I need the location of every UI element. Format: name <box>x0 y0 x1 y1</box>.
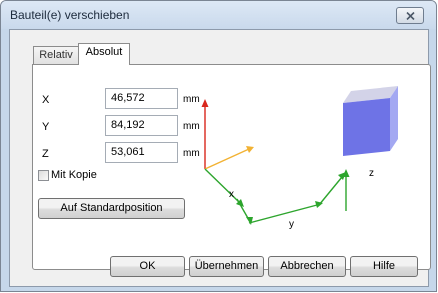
z-label: Z <box>42 148 49 160</box>
dialog-client-area: Relativ Absolut X 46,572 mm Y 84,192 mm … <box>9 29 431 287</box>
green-connector-arrowhead <box>246 217 253 225</box>
z-input[interactable]: 53,061 <box>105 142 178 163</box>
tab-panel-absolut: X 46,572 mm Y 84,192 mm Z 53,061 mm Mit … <box>32 64 431 270</box>
mit-kopie-label[interactable]: Mit Kopie <box>51 169 97 181</box>
close-icon <box>406 12 415 20</box>
orange-axis-line <box>204 148 250 170</box>
tab-absolut[interactable]: Absolut <box>78 43 130 65</box>
window-title: Bauteil(e) verschieben <box>10 8 130 22</box>
y-label: Y <box>42 121 50 133</box>
mit-kopie-checkbox[interactable] <box>38 170 49 181</box>
green-y-axis-line <box>248 204 318 224</box>
tab-relativ[interactable]: Relativ <box>33 46 79 64</box>
green-z-axis-line <box>318 176 343 206</box>
diagram-y-label: y <box>289 219 294 230</box>
help-button[interactable]: Hilfe <box>350 256 418 277</box>
y-input[interactable]: 84,192 <box>105 115 178 136</box>
cube-front-face <box>343 98 390 156</box>
green-connector-line <box>236 198 250 221</box>
standard-position-button[interactable]: Auf Standardposition <box>38 198 185 219</box>
green-x-axis-line <box>204 168 241 204</box>
cancel-button[interactable]: Abbrechen <box>268 256 346 277</box>
ok-button[interactable]: OK <box>110 256 185 277</box>
apply-button[interactable]: Übernehmen <box>189 256 264 277</box>
title-bar: Bauteil(e) verschieben <box>1 1 436 29</box>
axes-diagram: x y z <box>201 86 398 230</box>
diagram-x-label: x <box>229 189 234 200</box>
x-label: X <box>42 94 50 106</box>
move-parts-dialog: Bauteil(e) verschieben Relativ Absolut X… <box>0 0 437 292</box>
x-input[interactable]: 46,572 <box>105 88 178 109</box>
close-button[interactable] <box>396 7 424 24</box>
diagram-z-label: z <box>369 168 374 179</box>
red-axis-arrowhead <box>201 99 209 107</box>
